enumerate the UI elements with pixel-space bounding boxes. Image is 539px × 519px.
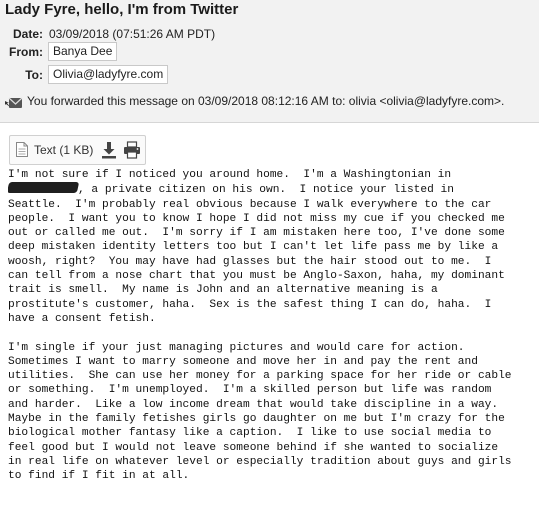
redaction-mark	[8, 182, 80, 194]
from-label: From:	[9, 45, 43, 59]
body-paragraph-1: Seattle. I'm probably real obvious becau…	[8, 198, 505, 325]
print-icon[interactable]	[123, 141, 141, 159]
to-label: To:	[25, 68, 43, 82]
message-subject: Lady Fyre, hello, I'm from Twitter	[5, 1, 239, 18]
forwarded-mail-icon	[5, 97, 23, 108]
date-value: 03/09/2018 (07:51:26 AM PDT)	[49, 27, 216, 41]
download-icon[interactable]	[101, 141, 117, 159]
body-line-1: I'm not sure if I noticed you around hom…	[8, 169, 452, 181]
message-body: I'm not sure if I noticed you around hom…	[8, 168, 536, 484]
forward-notice-text: You forwarded this message on 03/09/2018…	[27, 94, 505, 108]
from-value[interactable]: Banya Dee	[48, 42, 118, 61]
body-paragraph-2: I'm single if your just managing picture…	[8, 341, 512, 483]
text-file-icon	[16, 142, 28, 157]
to-value[interactable]: Olivia@ladyfyre.com	[48, 65, 169, 84]
attachment-label[interactable]: Text (1 KB)	[34, 143, 93, 157]
message-header: Lady Fyre, hello, I'm from Twitter Date:…	[0, 0, 539, 123]
body-line-2: , a private citizen on his own. I notice…	[78, 184, 454, 197]
date-label: Date:	[12, 27, 43, 41]
attachment-box[interactable]: Text (1 KB)	[9, 135, 146, 165]
